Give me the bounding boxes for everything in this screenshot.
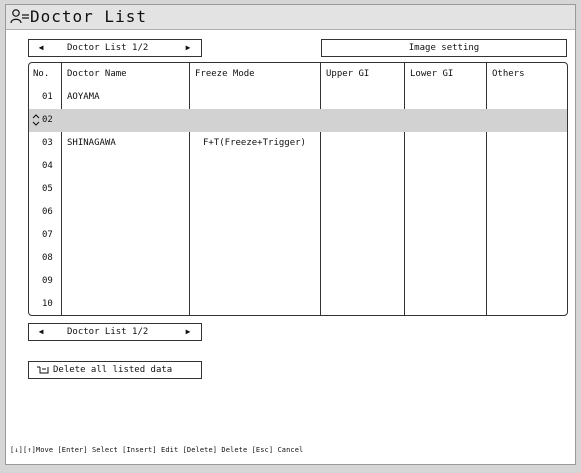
row-number: 06 — [42, 207, 53, 217]
title-bar: Doctor List — [6, 5, 575, 30]
table-row-selected[interactable]: 02 — [29, 109, 567, 132]
doctor-list-pager-bottom: ◀ Doctor List 1/2 ▶ — [28, 323, 202, 341]
header-lower-gi: Lower GI — [410, 69, 454, 79]
table-row[interactable]: 01 AOYAMA — [29, 86, 567, 109]
header-no: No. — [33, 69, 50, 79]
delete-all-label: Delete all listed data — [53, 365, 173, 375]
table-row[interactable]: 05 — [29, 178, 567, 201]
page-prev-icon[interactable]: ◀ — [34, 324, 48, 340]
table-row[interactable]: 03 SHINAGAWA F+T(Freeze+Trigger) — [29, 132, 567, 155]
up-down-cursor-icon — [32, 114, 40, 126]
doctor-name: AOYAMA — [67, 92, 100, 102]
key-hint-bar: [↓][↑]Move [Enter] Select [Insert] Edit … — [10, 446, 304, 454]
table-row[interactable]: 07 — [29, 224, 567, 247]
table-row[interactable]: 04 — [29, 155, 567, 178]
row-number: 03 — [42, 138, 53, 148]
row-number: 04 — [42, 161, 53, 171]
row-number: 09 — [42, 276, 53, 286]
header-doctor-name: Doctor Name — [67, 69, 127, 79]
table-row[interactable]: 06 — [29, 201, 567, 224]
delete-all-button[interactable]: Delete all listed data — [28, 361, 202, 379]
table-row[interactable]: 10 — [29, 293, 567, 315]
row-number: 07 — [42, 230, 53, 240]
pager-label: Doctor List 1/2 — [67, 43, 149, 53]
page-title: Doctor List — [30, 7, 147, 26]
header-freeze-mode: Freeze Mode — [195, 69, 255, 79]
row-number: 08 — [42, 253, 53, 263]
image-setting-button[interactable]: Image setting — [321, 39, 567, 57]
trash-tray-icon — [37, 366, 49, 374]
row-number: 10 — [42, 299, 53, 309]
page-prev-icon[interactable]: ◀ — [34, 40, 48, 56]
row-number: 01 — [42, 92, 53, 102]
pager-label: Doctor List 1/2 — [67, 327, 149, 337]
doctor-list-pager-top: ◀ Doctor List 1/2 ▶ — [28, 39, 202, 57]
table-row[interactable]: 08 — [29, 247, 567, 270]
header-upper-gi: Upper GI — [326, 69, 370, 79]
doctor-list-screen: Doctor List ◀ Doctor List 1/2 ▶ Image se… — [5, 4, 576, 465]
doctor-name: SHINAGAWA — [67, 138, 116, 148]
row-number: 05 — [42, 184, 53, 194]
table-row[interactable]: 09 — [29, 270, 567, 293]
doctor-table: No. Doctor Name Freeze Mode Upper GI Low… — [28, 62, 568, 316]
row-number: 02 — [42, 115, 53, 125]
table-header: No. Doctor Name Freeze Mode Upper GI Low… — [29, 63, 567, 86]
doctor-list-icon — [10, 9, 29, 24]
page-next-icon[interactable]: ▶ — [181, 324, 195, 340]
page-next-icon[interactable]: ▶ — [181, 40, 195, 56]
freeze-mode: F+T(Freeze+Trigger) — [203, 138, 306, 148]
header-others: Others — [492, 69, 525, 79]
